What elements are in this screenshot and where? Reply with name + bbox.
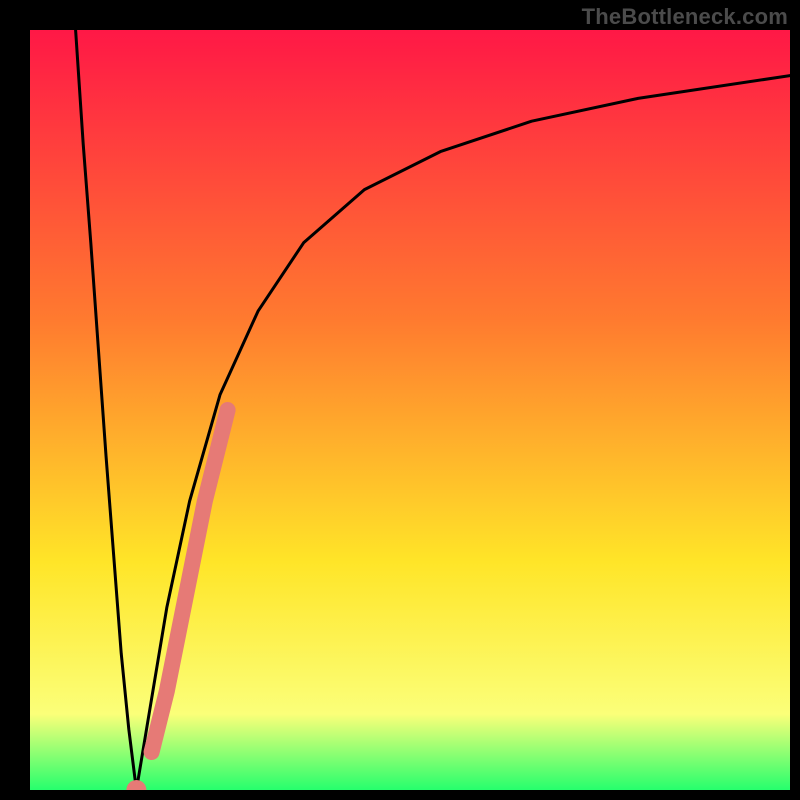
- watermark-label: TheBottleneck.com: [582, 4, 788, 30]
- chart-frame: TheBottleneck.com: [0, 0, 800, 800]
- plot-area: [30, 30, 790, 790]
- gradient-background: [30, 30, 790, 790]
- chart-svg: [30, 30, 790, 790]
